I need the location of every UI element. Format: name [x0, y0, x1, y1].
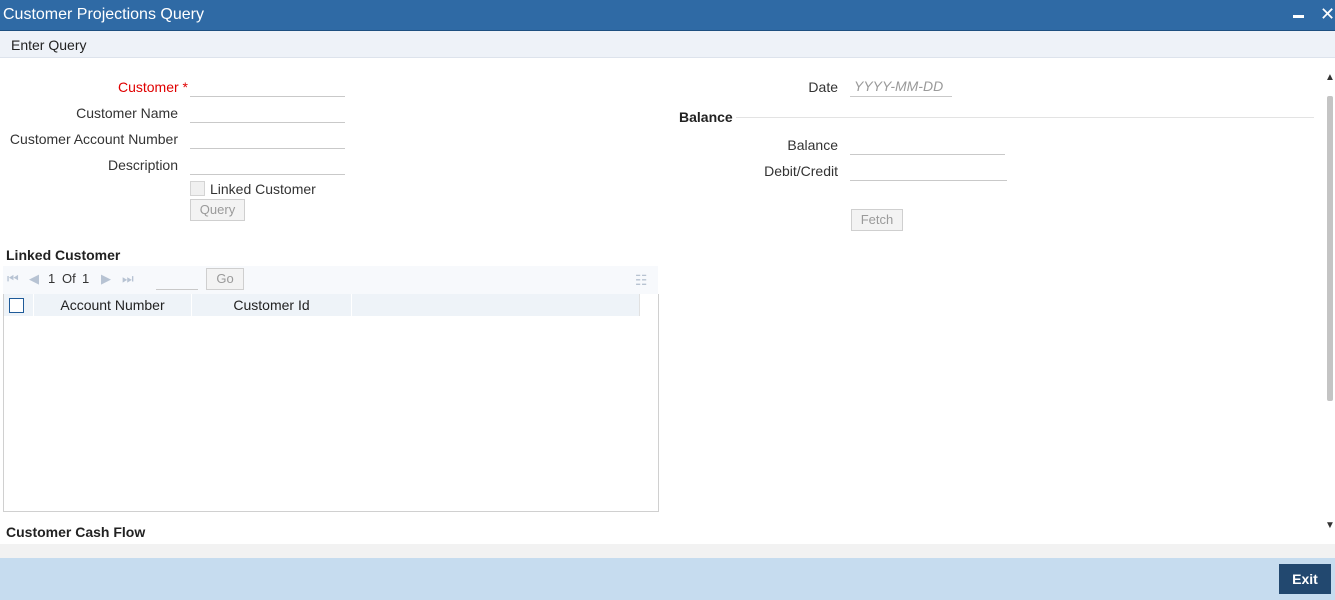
column-account-number[interactable]: Account Number	[34, 297, 191, 313]
previous-page-icon[interactable]: ◀	[29, 271, 39, 287]
toolbar: Enter Query	[0, 31, 1335, 58]
footer-bar: Exit	[0, 544, 1335, 600]
window-title: Customer Projections Query	[3, 6, 204, 23]
scrollbar-thumb[interactable]	[1327, 96, 1333, 401]
customer-name-label: Customer Name	[76, 105, 178, 121]
customer-account-number-input[interactable]	[190, 127, 345, 149]
linked-customer-checkbox-label: Linked Customer	[210, 181, 316, 197]
description-label: Description	[107, 157, 178, 173]
customer-cash-flow-section-title: Customer Cash Flow	[6, 524, 146, 540]
description-input[interactable]	[190, 153, 345, 175]
balance-section-divider	[736, 117, 1314, 118]
balance-section-title: Balance	[679, 109, 733, 125]
required-mark: *	[182, 79, 188, 95]
close-icon[interactable]: ✕	[1320, 3, 1335, 25]
scroll-up-icon[interactable]: ▲	[1325, 72, 1335, 83]
table-scroll-column	[639, 294, 658, 316]
debit-credit-input[interactable]	[850, 159, 1007, 181]
query-button[interactable]: Query	[190, 199, 245, 221]
balance-input[interactable]	[850, 133, 1005, 155]
linked-customer-table: Account Number Customer Id	[3, 294, 659, 512]
total-pages: 1	[82, 271, 90, 286]
linked-customer-pager: ⏮ ◀ 1 Of 1 ▶ ⏭ Go ☷	[3, 266, 658, 294]
fetch-button[interactable]: Fetch	[851, 209, 903, 231]
last-page-icon[interactable]: ⏭	[122, 271, 134, 287]
next-page-icon[interactable]: ▶	[101, 271, 111, 287]
window-titlebar: Customer Projections Query ✕	[0, 0, 1335, 31]
customer-name-input[interactable]	[190, 101, 345, 123]
exit-button[interactable]: Exit	[1279, 564, 1331, 594]
customer-label: Customer *	[117, 79, 188, 95]
debit-credit-label: Debit/Credit	[764, 163, 838, 179]
enter-query-menu[interactable]: Enter Query	[11, 37, 86, 53]
page-of-label: Of	[62, 271, 76, 286]
date-input[interactable]	[850, 75, 952, 97]
linked-customer-checkbox[interactable]	[190, 181, 205, 196]
scroll-down-icon[interactable]: ▼	[1325, 520, 1335, 531]
customer-account-number-label: Customer Account Number	[9, 131, 178, 147]
select-all-checkbox[interactable]	[9, 298, 24, 313]
page-scrollbar[interactable]: ▲ ▼	[1325, 72, 1335, 544]
current-page: 1	[48, 271, 56, 286]
go-button[interactable]: Go	[206, 268, 244, 290]
first-page-icon[interactable]: ⏮	[7, 271, 19, 287]
customer-input[interactable]	[190, 75, 345, 97]
date-label: Date	[808, 79, 838, 95]
column-customer-id[interactable]: Customer Id	[192, 297, 351, 313]
page-number-input[interactable]	[156, 270, 198, 290]
grid-menu-icon[interactable]: ☷	[635, 272, 648, 289]
linked-customer-section-title: Linked Customer	[6, 247, 121, 263]
table-header: Account Number Customer Id	[4, 294, 639, 316]
balance-label: Balance	[787, 137, 838, 153]
minimize-icon[interactable]	[1292, 7, 1306, 23]
